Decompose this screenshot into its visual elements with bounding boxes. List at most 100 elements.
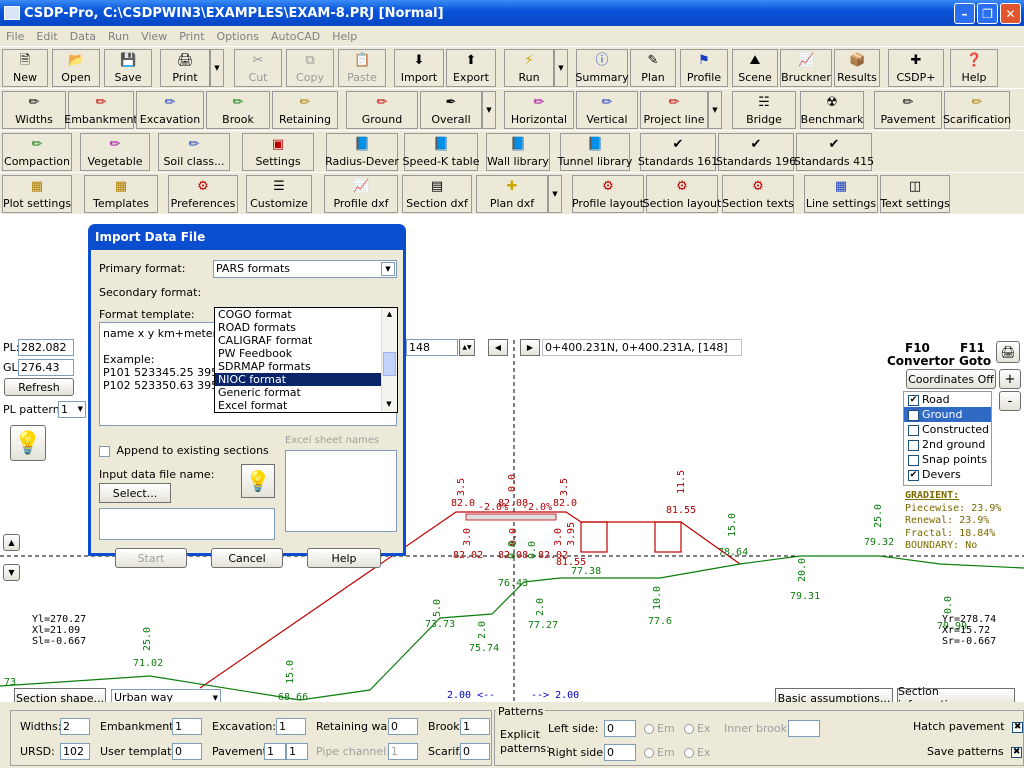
ground-button[interactable]: ✏ Ground <box>346 91 418 129</box>
retaining-wall-field[interactable]: 0 <box>388 718 418 735</box>
save-button[interactable]: 💾 Save <box>104 49 152 87</box>
brook-field[interactable]: 1 <box>460 718 490 735</box>
inner-brook-field[interactable] <box>788 720 820 737</box>
plan-button[interactable]: ✎ Plan <box>630 49 676 87</box>
plan-dxf-button[interactable]: ✚ Plan dxf <box>476 175 548 213</box>
pl-pattern-select[interactable]: 1 ▼ <box>58 401 86 418</box>
speed-k-table-button[interactable]: 📘 Speed-K table <box>402 133 480 171</box>
overall-button[interactable]: ✒ Overall <box>420 91 482 129</box>
primary-format-select[interactable]: PARS formats ▼ <box>213 260 397 278</box>
project-line-button[interactable]: ✏ Project line <box>640 91 708 129</box>
menu-run[interactable]: Run <box>102 30 135 43</box>
customize-button[interactable]: ☰ Customize <box>246 175 312 213</box>
brook-button[interactable]: ✏ Brook <box>206 91 270 129</box>
layer-devers[interactable]: ✔ Devers <box>904 467 991 482</box>
csdp-plus-button[interactable]: ✚ CSDP+ <box>888 49 944 87</box>
option-sdrmap[interactable]: SDRMAP formats <box>215 360 397 373</box>
standards-161-button[interactable]: ✔ Standards 161 <box>638 133 718 171</box>
overall-dropdown[interactable]: ▼ <box>482 91 496 129</box>
station-field[interactable]: 148 <box>406 339 458 356</box>
scarif-field[interactable]: 0 <box>460 743 490 760</box>
standards-415-button[interactable]: ✔ Standards 415 <box>794 133 874 171</box>
close-button[interactable]: ✕ <box>1000 3 1021 24</box>
new-button[interactable]: 🗎 New <box>2 49 48 87</box>
select-file-button[interactable]: Select... <box>99 483 171 503</box>
layer-ground[interactable]: ✔ Ground <box>904 407 991 422</box>
section-texts-button[interactable]: ⚙ Section texts <box>722 175 794 213</box>
benchmark-button[interactable]: ☢ Benchmark <box>800 91 864 129</box>
gl-field[interactable]: 276.43 <box>18 359 74 376</box>
wall-library-button[interactable]: 📘 Wall library <box>486 133 550 171</box>
devers-checkbox[interactable]: ✔ <box>908 469 919 481</box>
widths-field[interactable]: 2 <box>60 718 90 735</box>
right-ex-radio[interactable]: Ex <box>684 746 710 759</box>
tunnel-library-button[interactable]: 📘 Tunnel library <box>558 133 632 171</box>
bruckner-button[interactable]: 📈 Bruckner <box>780 49 832 87</box>
results-button[interactable]: 📦 Results <box>834 49 880 87</box>
pavement-button[interactable]: ✏ Pavement <box>874 91 942 129</box>
list-scrollbar[interactable]: ▲ ▼ <box>381 308 397 412</box>
ursd-field[interactable]: 102 <box>60 743 90 760</box>
run-button[interactable]: ⚡ Run <box>504 49 554 87</box>
left-em-radio[interactable]: Em <box>644 722 675 735</box>
embankment-field[interactable]: 1 <box>172 718 202 735</box>
project-line-dropdown[interactable]: ▼ <box>708 91 722 129</box>
constructed-checkbox[interactable] <box>908 424 919 436</box>
embankment-button[interactable]: ✏ Embankment <box>64 91 138 129</box>
second-ground-checkbox[interactable] <box>908 439 919 451</box>
left-side-field[interactable]: 0 <box>604 720 636 737</box>
plot-settings-button[interactable]: ▦ Plot settings <box>2 175 72 213</box>
layer-2nd-ground[interactable]: 2nd ground <box>904 437 991 452</box>
section-dxf-button[interactable]: ▤ Section dxf <box>402 175 472 213</box>
layer-road[interactable]: ✔ Road <box>904 392 991 407</box>
scene-button[interactable]: ⛰ Scene <box>732 49 778 87</box>
open-button[interactable]: 📂 Open <box>52 49 100 87</box>
summary-button[interactable]: ⓘ Summary <box>575 49 629 87</box>
widths-button[interactable]: ✏ Widths <box>2 91 66 129</box>
copy-button[interactable]: ⧉ Copy <box>286 49 334 87</box>
scroll-down-button[interactable]: ▼ <box>3 564 20 581</box>
hatch-pavement-checkbox[interactable]: ✖ <box>1012 721 1024 733</box>
f10-label[interactable]: Convertor <box>887 354 954 368</box>
standards-196-button[interactable]: ✔ Standards 196 <box>716 133 796 171</box>
text-settings-button[interactable]: ◫ Text settings <box>880 175 950 213</box>
option-generic[interactable]: Generic format <box>215 386 397 399</box>
menu-help[interactable]: Help <box>326 30 363 43</box>
hatch-pavement-option[interactable]: Hatch pavement ✖ <box>913 720 1024 733</box>
pipe-channel-field[interactable]: 1 <box>388 743 418 760</box>
vertical-button[interactable]: ✏ Vertical <box>576 91 638 129</box>
menu-view[interactable]: View <box>135 30 173 43</box>
print-dropdown[interactable]: ▼ <box>210 49 224 87</box>
f11-label[interactable]: Goto <box>959 354 991 368</box>
templates-button[interactable]: ▦ Templates <box>84 175 158 213</box>
chevron-down-icon[interactable]: ▼ <box>381 262 395 276</box>
save-patterns-option[interactable]: Save patterns ✖ <box>927 745 1024 758</box>
menu-autocad[interactable]: AutoCAD <box>265 30 326 43</box>
plan-dxf-dropdown[interactable]: ▼ <box>548 175 562 213</box>
menu-file[interactable]: File <box>0 30 30 43</box>
layer-snap-points[interactable]: Snap points <box>904 452 991 467</box>
user-template-field[interactable]: 0 <box>172 743 202 760</box>
help-button[interactable]: ❓ Help <box>950 49 998 87</box>
zoom-in-button[interactable]: + <box>999 369 1021 389</box>
append-checkbox[interactable] <box>99 445 110 457</box>
prev-station-button[interactable]: ◀ <box>488 339 508 356</box>
menu-options[interactable]: Options <box>211 30 265 43</box>
pavement-field-1[interactable]: 1 <box>264 743 286 760</box>
lightbulb-icon[interactable]: 💡 <box>10 425 46 461</box>
option-nioc[interactable]: NIOC format <box>215 373 397 386</box>
section-layout-button[interactable]: ⚙ Section layout <box>643 175 721 213</box>
export-button[interactable]: ⬆ Export <box>446 49 496 87</box>
save-patterns-checkbox[interactable]: ✖ <box>1011 746 1023 758</box>
zoom-out-button[interactable]: - <box>999 391 1021 411</box>
coordinates-off-button[interactable]: Coordinates Off <box>906 369 996 389</box>
horizontal-button[interactable]: ✏ Horizontal <box>504 91 574 129</box>
settings-button[interactable]: ▣ Settings <box>242 133 314 171</box>
start-button[interactable]: Start <box>115 548 187 568</box>
run-dropdown[interactable]: ▼ <box>554 49 568 87</box>
printer-icon[interactable]: 🖨 <box>996 341 1020 363</box>
scarification-button[interactable]: ✏ Scarification <box>943 91 1011 129</box>
pl-field[interactable]: 282.082 <box>18 339 74 356</box>
menu-print[interactable]: Print <box>173 30 210 43</box>
station-spinner[interactable]: ▲▼ <box>459 339 475 356</box>
